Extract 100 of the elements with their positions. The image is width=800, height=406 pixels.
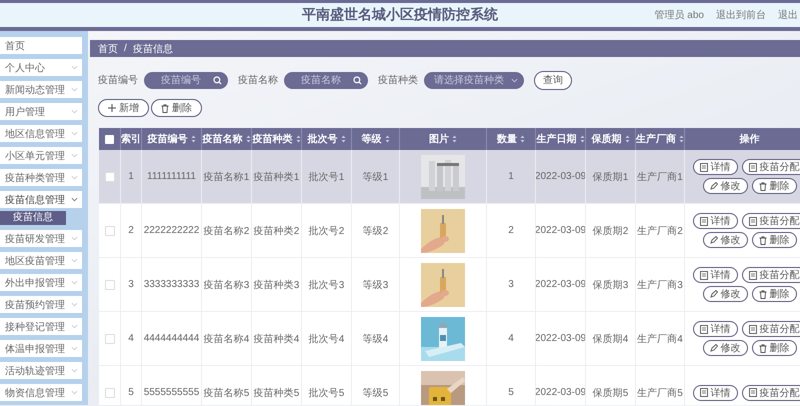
menu-item[interactable]: 疫苗研发管理 [0,230,82,247]
sort-icon[interactable] [340,135,346,143]
table-cell-text: 保质期4 [592,332,628,346]
logout-link[interactable]: 退出 [778,8,798,22]
detail-button[interactable]: 详情 [692,384,738,400]
sort-icon[interactable] [190,135,196,143]
assign-button[interactable]: 疫苗分配 [742,267,800,283]
sort-icon[interactable] [679,135,684,143]
table-cell: 4 [508,333,514,344]
sort-icon[interactable] [624,135,630,143]
detail-button[interactable]: 详情 [692,159,738,175]
assign-button[interactable]: 疫苗分配 [742,159,800,175]
column-header[interactable]: 等级 [362,132,382,146]
detail-button[interactable]: 详情 [692,267,738,283]
table-cell-text: 等级4 [362,332,388,346]
edit-button[interactable]: 修改 [702,286,748,302]
column-header[interactable]: 保质期 [592,132,622,146]
select-field[interactable]: 请选择疫苗种类 [424,72,524,88]
detail-button[interactable]: 详情 [692,321,738,337]
chevron-down-icon [71,258,78,263]
sort-icon[interactable] [452,135,457,143]
delete-button[interactable]: 删除 [752,286,796,302]
delete-button[interactable]: 删除 [151,99,202,117]
column-header[interactable]: 图片 [429,132,449,146]
submenu-item[interactable]: 疫苗信息 [0,211,66,225]
assign-button[interactable]: 疫苗分配 [742,321,800,337]
table-cell-text: 疫苗名称5 [204,386,250,400]
search-field[interactable]: 疫苗编号 [144,72,228,88]
assign-button[interactable]: 疫苗分配 [742,384,800,400]
select-all-checkbox[interactable] [105,134,114,144]
menu-item[interactable]: 个人中心 [0,59,82,76]
add-button[interactable]: 新增 [98,99,149,117]
menu-item[interactable]: 地区疫苗管理 [0,252,82,269]
table-cell: 3 [508,279,514,290]
delete-button[interactable]: 删除 [752,232,796,248]
sort-icon[interactable] [246,135,250,143]
chevron-down-icon [71,302,78,307]
chevron-down-icon [71,65,78,70]
detail-button[interactable]: 详情 [692,213,738,229]
table-cell: 2 [128,225,134,236]
menu-item[interactable]: 接种登记管理 [0,318,82,335]
document-icon [700,216,708,226]
breadcrumb-item[interactable]: 首页 [98,42,118,56]
search-field[interactable]: 疫苗名称 [284,72,368,88]
edit-button[interactable]: 修改 [702,340,748,356]
document-icon [748,162,756,172]
menu-item[interactable]: 小区单元管理 [0,147,82,164]
delete-button[interactable]: 删除 [752,178,796,194]
table-cell-text: 疫苗种类2 [254,224,300,238]
menu-item[interactable]: 外出申报管理 [0,274,82,291]
chevron-down-icon [71,390,78,395]
sort-icon[interactable] [520,135,525,143]
edit-button[interactable]: 修改 [702,178,748,194]
table-cell: 1111111111 [147,171,196,182]
chevron-down-icon [71,175,78,180]
column-header: 操作 [740,132,760,146]
table-cell-text: 生产厂商5 [637,386,683,400]
sort-icon[interactable] [580,135,584,143]
row-checkbox[interactable] [104,334,114,344]
sort-icon[interactable] [296,135,300,143]
document-icon [700,388,708,397]
column-header[interactable]: 数量 [497,132,517,146]
column-header[interactable]: 生产日期 [536,132,576,146]
row-checkbox[interactable] [104,388,114,398]
table-cell-text: 疫苗种类5 [254,386,300,400]
menu-item[interactable]: 用户管理 [0,103,82,120]
table-cell-text: 保质期5 [592,386,628,400]
table-cell-text: 批次号1 [308,170,344,184]
column-header[interactable]: 批次号 [308,132,338,146]
trash-icon [758,290,766,298]
assign-button[interactable]: 疫苗分配 [742,213,800,229]
query-button[interactable]: 查询 [534,70,572,90]
column-header[interactable]: 疫苗种类 [252,132,292,146]
menu-item[interactable]: 物资信息管理 [0,384,82,401]
menu-item[interactable]: 首页 [0,37,82,54]
row-checkbox[interactable] [104,226,114,236]
table-cell-text: 生产厂商3 [637,278,683,292]
column-header[interactable]: 生产厂商 [636,132,676,146]
sort-icon[interactable] [384,135,390,143]
edit-button[interactable]: 修改 [702,232,748,248]
table-cell: 5555555555 [144,387,200,398]
table-cell-text: 生产厂商1 [637,170,683,184]
menu-item[interactable]: 疫苗信息管理 [0,191,82,208]
column-header[interactable]: 疫苗编号 [148,132,188,146]
menu-item[interactable]: 新闻动态管理 [0,81,82,98]
pencil-icon [710,182,718,190]
menu-item[interactable]: 疫苗种类管理 [0,169,82,186]
menu-item[interactable]: 地区信息管理 [0,125,82,142]
menu-item[interactable]: 体温申报管理 [0,340,82,357]
row-checkbox[interactable] [104,172,114,182]
table-cell-text: 等级5 [362,386,388,400]
menu-item[interactable]: 疫苗预约管理 [0,296,82,313]
table-cell-text: 疫苗种类3 [254,278,300,292]
chevron-down-icon [511,78,518,82]
column-header[interactable]: 疫苗名称 [202,132,242,146]
menu-item[interactable]: 活动轨迹管理 [0,362,82,379]
delete-button[interactable]: 删除 [752,340,796,356]
table-cell-text: 疫苗种类1 [254,170,300,184]
logout-link[interactable]: 退出到前台 [716,8,766,22]
row-checkbox[interactable] [104,280,114,290]
